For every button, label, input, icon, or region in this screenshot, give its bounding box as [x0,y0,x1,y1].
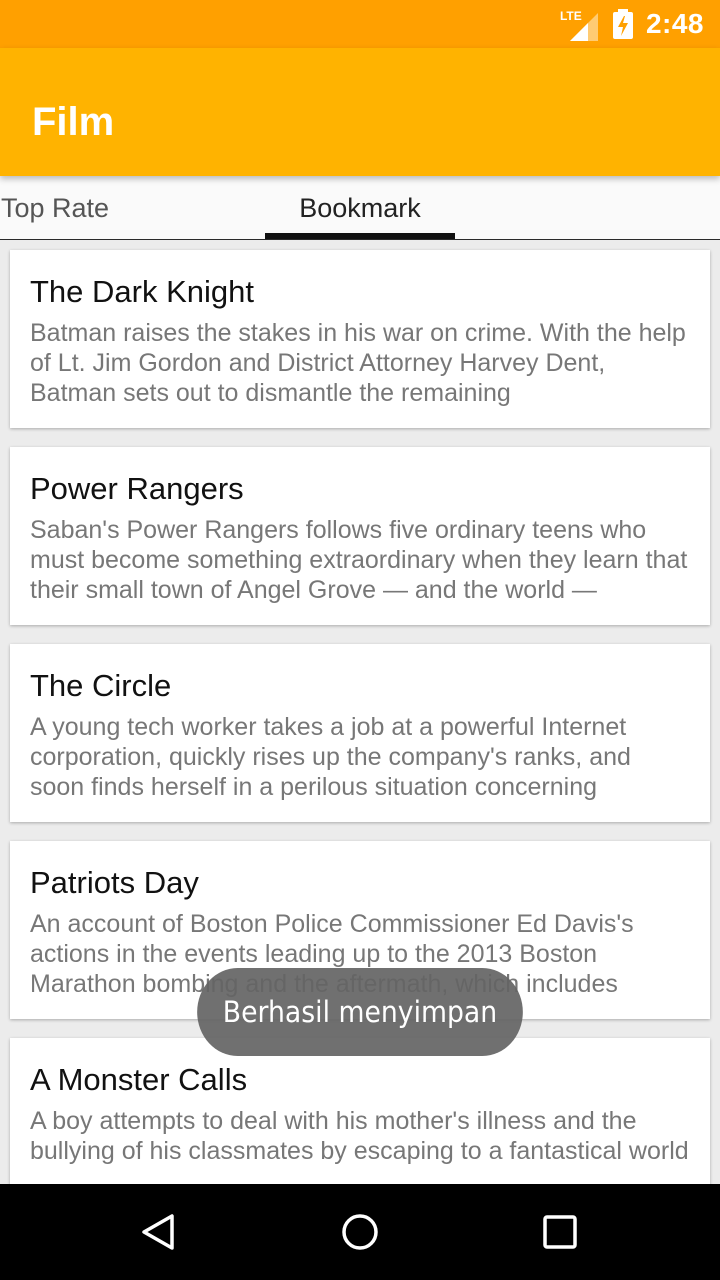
app-title: Film [32,100,115,144]
status-time: 2:48 [645,8,704,39]
recents-icon [543,1215,577,1249]
movie-overview: A young tech worker takes a job at a pow… [30,713,631,801]
tab-selected-indicator [265,233,455,239]
movie-title: A Monster Calls [30,1062,248,1097]
tab-bookmark[interactable]: Bookmark [265,176,455,240]
home-icon [342,1214,378,1250]
toast-message: Berhasil menyimpan [197,968,523,1056]
movie-card[interactable]: Power Rangers Saban's Power Rangers foll… [10,447,710,625]
movie-title: Power Rangers [30,471,244,506]
movie-card[interactable]: A Monster Calls A boy attempts to deal w… [10,1038,710,1184]
movie-title: Patriots Day [30,865,199,900]
movie-title: The Dark Knight [30,274,254,309]
back-icon [142,1214,174,1250]
movie-overview: Batman raises the stakes in his war on c… [30,319,686,407]
movie-card[interactable]: The Circle A young tech worker takes a j… [10,644,710,822]
recents-button[interactable] [528,1200,592,1264]
signal-strength-icon [569,13,598,41]
home-button[interactable] [328,1200,392,1264]
app-bar: Film [0,48,720,176]
lte-signal-icon: LTE [560,7,600,41]
screen: LTE 2:48 Film Top Rate Bookmark The Dark… [0,0,720,1280]
movie-overview: Saban's Power Rangers follows five ordin… [30,516,688,604]
back-button[interactable] [128,1200,192,1264]
status-icons: LTE 2:48 [560,0,704,48]
movie-card[interactable]: The Dark Knight Batman raises the stakes… [10,250,710,428]
battery-charging-icon [612,9,634,39]
status-bar: LTE 2:48 [0,0,720,48]
navigation-bar [0,1184,720,1280]
movie-title: The Circle [30,668,172,703]
movie-overview: A boy attempts to deal with his mother's… [30,1107,689,1165]
tab-bar: Top Rate Bookmark [0,176,720,240]
tab-top-rate[interactable]: Top Rate [0,176,140,240]
